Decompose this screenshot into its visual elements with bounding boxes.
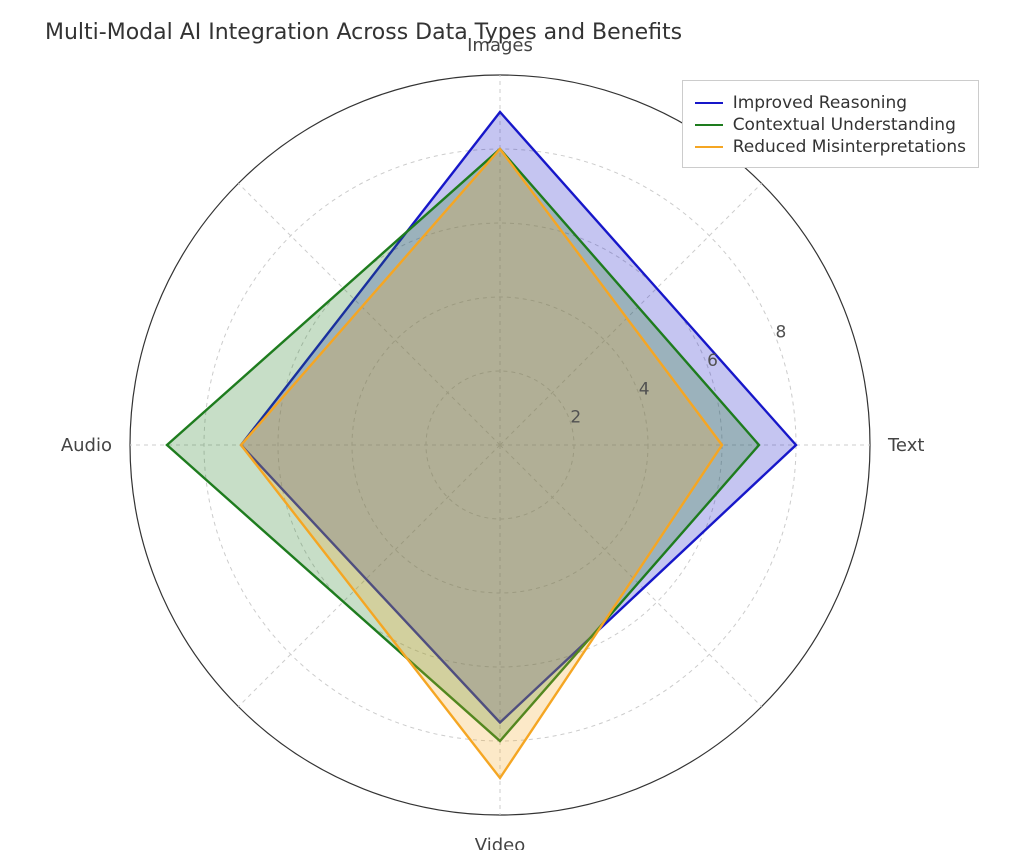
- legend-item: Improved Reasoning: [695, 93, 966, 113]
- legend-swatch: [695, 146, 723, 148]
- r-tick-label: 4: [639, 379, 650, 399]
- legend-swatch: [695, 124, 723, 126]
- r-tick-label: 2: [570, 408, 581, 428]
- chart-title: Multi-Modal AI Integration Across Data T…: [45, 20, 682, 45]
- legend-item: Contextual Understanding: [695, 115, 966, 135]
- legend: Improved ReasoningContextual Understandi…: [682, 80, 979, 168]
- legend-item: Reduced Misinterpretations: [695, 137, 966, 157]
- legend-swatch: [695, 102, 723, 104]
- legend-label: Improved Reasoning: [733, 93, 907, 113]
- axis-label-video: Video: [475, 835, 525, 850]
- axis-label-text: Text: [887, 435, 924, 456]
- legend-label: Contextual Understanding: [733, 115, 956, 135]
- legend-label: Reduced Misinterpretations: [733, 137, 966, 157]
- axis-label-audio: Audio: [61, 435, 112, 456]
- series-2: [241, 149, 722, 778]
- r-tick-label: 6: [707, 351, 718, 371]
- r-tick-label: 8: [775, 323, 786, 343]
